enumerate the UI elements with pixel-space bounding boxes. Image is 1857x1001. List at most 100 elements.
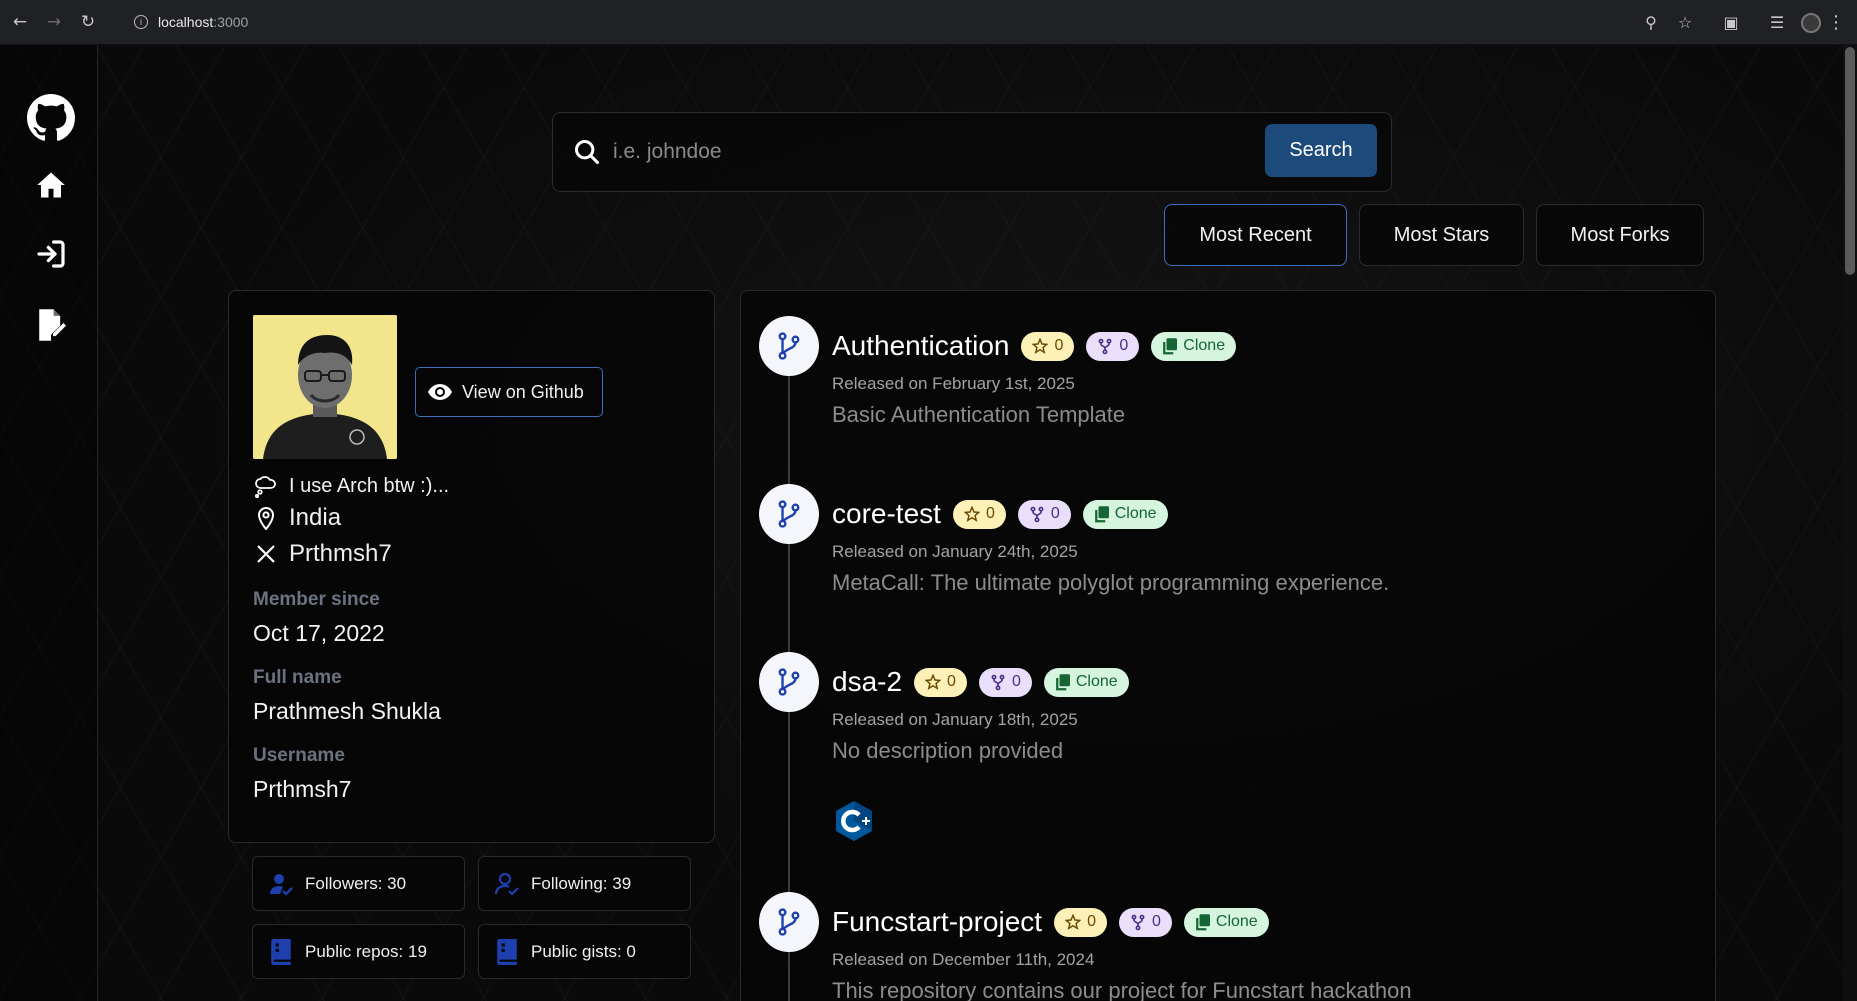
star-count-badge: 0 [914,667,967,697]
profile-card: View on Github I use Arch btw :)... Indi… [228,290,715,843]
site-info-icon[interactable]: i [134,15,148,29]
fork-icon [1098,338,1112,354]
media-controls-icon[interactable]: ☰ [1761,7,1793,39]
page-scrollbar[interactable] [1843,45,1857,1001]
repo-name[interactable]: Funcstart-project [832,906,1042,938]
clone-button[interactable]: Clone [1043,667,1129,697]
public-gists-text: Public gists: 0 [531,941,636,961]
profile-avatar-icon[interactable] [1801,12,1821,33]
url-port: :3000 [213,14,249,30]
fork-count-badge: 0 [1118,907,1172,937]
repo-release-date: Released on January 24th, 2025 [832,542,1078,561]
repo-release-date: Released on January 18th, 2025 [832,710,1078,729]
repo-description: This repository contains our project for… [832,978,1412,1001]
full-name-label: Full name [253,667,342,688]
username-value: Prthmsh7 [253,776,352,802]
gist-book-icon [495,938,519,965]
search-icon [573,138,601,170]
back-icon[interactable]: ← [6,8,34,36]
home-icon[interactable] [27,161,75,209]
forward-icon[interactable]: → [40,8,68,36]
clone-button[interactable]: Clone [1151,331,1237,361]
copy-icon [1196,913,1210,930]
member-since-label: Member since [253,589,380,610]
location-text: India [289,504,342,531]
followers-text: Followers: 30 [305,873,407,893]
scrollbar-thumb[interactable] [1845,47,1855,275]
repo-name[interactable]: dsa-2 [832,666,902,698]
browser-menu-icon[interactable]: ⋮ [1827,12,1845,33]
repo-book-icon [269,938,293,965]
git-branch-icon [759,484,819,544]
repo-description: Basic Authentication Template [832,402,1126,427]
star-icon [1032,338,1049,354]
git-branch-icon [759,892,819,952]
repo-name[interactable]: core-test [832,498,941,530]
search-bar: Search [552,112,1392,192]
fork-count-badge: 0 [978,667,1032,697]
git-branch-icon [759,316,819,376]
twitter-handle: Prthmsh7 [289,540,392,567]
star-icon [1065,914,1082,930]
sort-most-stars-button[interactable]: Most Stars [1359,204,1524,266]
public-repos-text: Public repos: 19 [305,941,427,961]
bio-row: I use Arch btw :)... [253,475,449,498]
browser-toolbar: ← → ↻ i localhost:3000 ⚲ ☆ ▣ ☰ ⋮ [0,0,1857,45]
reload-icon[interactable]: ↻ [74,8,102,36]
search-button[interactable]: Search [1265,124,1377,177]
app-page: Search Most Recent Most Stars Most Forks… [0,45,1857,1001]
cpp-icon [836,801,872,841]
github-icon[interactable] [27,94,75,142]
star-icon [925,674,942,690]
avatar [253,315,397,459]
fork-icon [1030,506,1044,522]
login-icon[interactable] [27,230,75,278]
followers-stat: Followers: 30 [252,856,465,911]
public-repos-stat: Public repos: 19 [252,924,465,979]
repos-timeline: Authentication 0 0 Clone Released on Feb… [740,290,1716,1001]
view-on-github-button[interactable]: View on Github [415,367,603,417]
member-since-value: Oct 17, 2022 [253,620,385,646]
location-pin-icon [253,506,279,530]
repo-description: MetaCall: The ultimate polyglot programm… [832,570,1390,595]
fork-icon [1131,914,1145,930]
clone-button[interactable]: Clone [1082,499,1168,529]
username-label: Username [253,745,345,766]
copy-icon [1055,673,1070,690]
view-on-github-label: View on Github [462,381,584,402]
following-stat: Following: 39 [478,856,691,911]
fork-count-badge: 0 [1086,331,1140,361]
following-text: Following: 39 [531,873,632,893]
sort-most-forks-button[interactable]: Most Forks [1536,204,1704,266]
fork-count-badge: 0 [1017,499,1071,529]
zoom-icon[interactable]: ⚲ [1635,7,1667,39]
repo-release-date: Released on February 1st, 2025 [832,374,1075,393]
bio-text: I use Arch btw :)... [289,475,450,497]
repo-release-date: Released on December 11th, 2024 [832,950,1095,969]
bookmark-star-icon[interactable]: ☆ [1669,7,1701,39]
full-name-value: Prathmesh Shukla [253,698,441,724]
url-host: localhost [158,14,214,30]
search-input[interactable] [613,135,1213,169]
star-count-badge: 0 [1054,907,1107,937]
clone-button[interactable]: Clone [1183,907,1269,937]
sidebar [0,45,98,1001]
thought-bubble-icon [253,475,279,498]
star-count-badge: 0 [1021,331,1075,361]
twitter-row: Prthmsh7 [253,540,392,568]
star-count-badge: 0 [952,499,1006,529]
user-check-icon [269,871,293,897]
extensions-icon[interactable]: ▣ [1715,7,1747,39]
copy-icon [1163,337,1178,354]
copy-icon [1094,505,1109,522]
sort-most-recent-button[interactable]: Most Recent [1164,204,1347,266]
repo-name[interactable]: Authentication [832,330,1009,362]
fork-icon [991,674,1005,690]
eye-icon [428,384,452,400]
user-following-icon [495,871,519,897]
location-row: India [253,504,341,532]
star-icon [963,506,980,522]
address-bar[interactable]: i localhost:3000 [124,7,1764,37]
signup-icon[interactable] [27,301,75,349]
public-gists-stat: Public gists: 0 [478,924,691,979]
